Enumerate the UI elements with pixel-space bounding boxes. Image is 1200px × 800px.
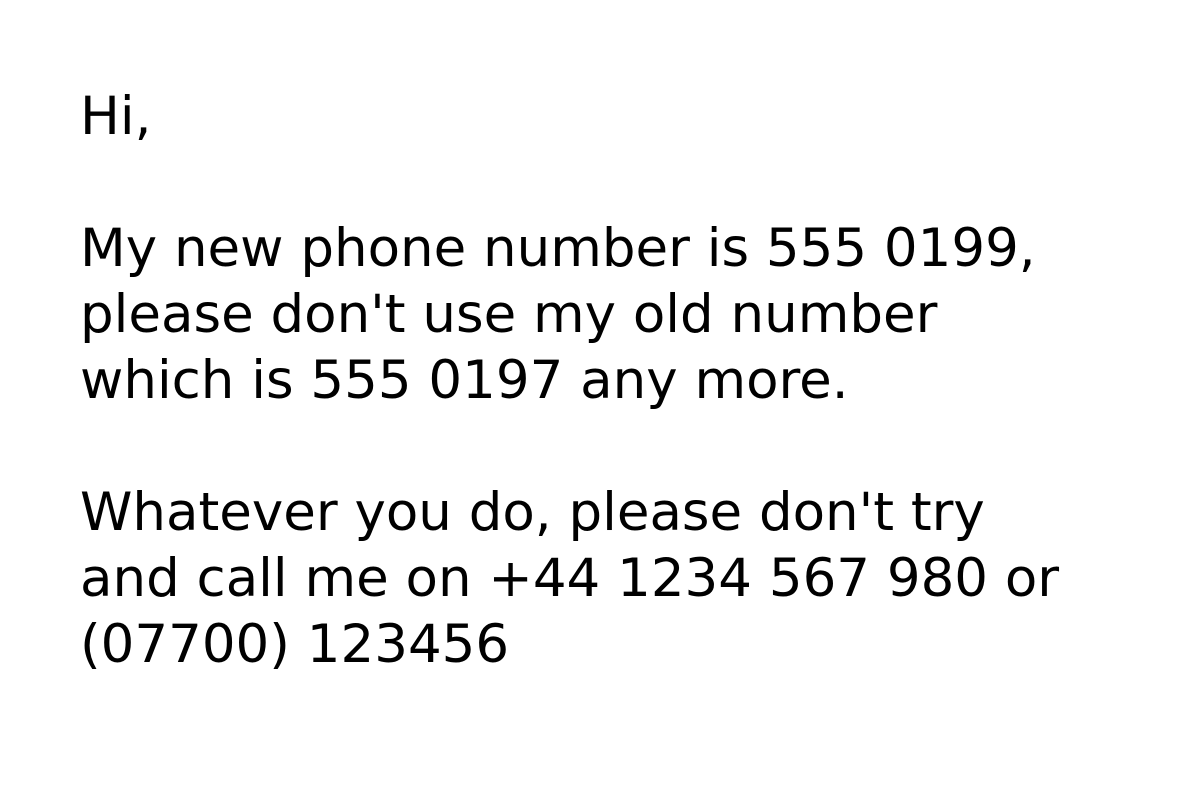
paragraph-line: Whatever you do, please don't try <box>80 482 985 543</box>
greeting-text: Hi, <box>80 86 152 147</box>
paragraph-line: please don't use my old number <box>80 284 938 345</box>
paragraph-line: which is 555 0197 any more. <box>80 350 849 411</box>
paragraph-line: (07700) 123456 <box>80 614 510 675</box>
paragraph-do-not-call: Whatever you do, please don't try and ca… <box>80 480 1160 678</box>
paragraph-line: My new phone number is 555 0199, <box>80 218 1036 279</box>
message-body: Hi, My new phone number is 555 0199, ple… <box>80 84 1160 678</box>
paragraph-line: and call me on +44 1234 567 980 or <box>80 548 1060 609</box>
paragraph-new-number: My new phone number is 555 0199, please … <box>80 216 1160 414</box>
